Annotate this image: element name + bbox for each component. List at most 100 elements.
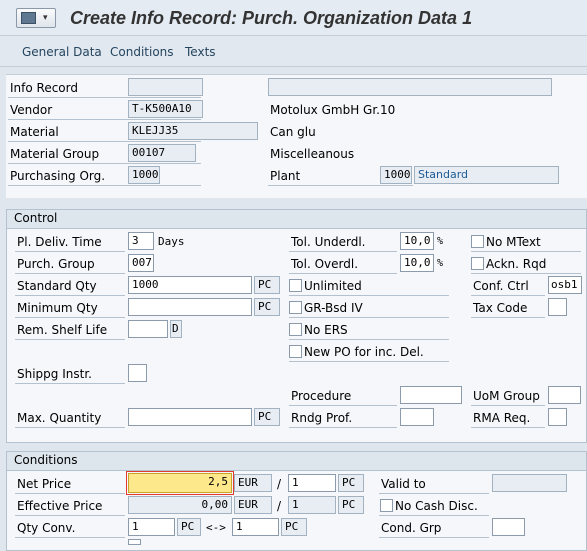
- purch-group-field[interactable]: 007: [128, 254, 154, 272]
- menu-button[interactable]: ▾: [16, 8, 56, 28]
- pl-deliv-time-label: Pl. Deliv. Time: [17, 235, 102, 249]
- tol-overdl-unit: %: [437, 258, 444, 269]
- minimum-qty-field[interactable]: [128, 298, 252, 316]
- texts-button[interactable]: Texts: [185, 44, 216, 60]
- tol-overdl-label: Tol. Overdl.: [291, 257, 359, 271]
- cond-grp-field[interactable]: [492, 518, 525, 536]
- rem-shelf-life-field[interactable]: [128, 320, 168, 338]
- tol-underdl-label: Tol. Underdl.: [291, 235, 366, 249]
- new-po-label: New PO for inc. Del.: [304, 345, 424, 359]
- plant-label: Plant: [270, 169, 301, 183]
- ackn-rqd-label: Ackn. Rqd: [486, 257, 547, 271]
- title-bar: ▾ Create Info Record: Purch. Organizatio…: [0, 0, 587, 36]
- no-mtext-label: No MText: [486, 235, 541, 249]
- rndg-prof-label: Rndg Prof.: [291, 411, 353, 425]
- rma-req-field[interactable]: [548, 408, 567, 426]
- shippg-instr-label: Shippg Instr.: [17, 367, 92, 381]
- procedure-field[interactable]: [400, 386, 462, 404]
- uom-group-field[interactable]: [548, 386, 581, 404]
- rem-shelf-life-label: Rem. Shelf Life: [17, 323, 108, 337]
- qty-conv-left-unit: PC: [177, 518, 201, 536]
- vendor-field[interactable]: T-K500A10: [128, 100, 203, 118]
- max-quantity-label: Max. Quantity: [17, 411, 102, 425]
- material-group-description: Miscelleanous: [270, 147, 355, 161]
- shippg-instr-field[interactable]: [128, 364, 147, 382]
- tax-code-field[interactable]: [548, 298, 567, 316]
- standard-qty-field[interactable]: 1000: [128, 276, 252, 294]
- gr-bsd-iv-label: GR-Bsd IV: [304, 301, 363, 315]
- minimum-qty-unit: PC: [254, 298, 280, 316]
- purchasing-org-label: Purchasing Org.: [10, 169, 106, 183]
- max-quantity-field[interactable]: [128, 408, 252, 426]
- conf-ctrl-label: Conf. Ctrl: [473, 279, 529, 293]
- net-price-per-field[interactable]: 1: [288, 474, 336, 492]
- net-price-label: Net Price: [17, 477, 72, 491]
- menu-dropdown-icon: ▾: [43, 13, 48, 23]
- next-row-field[interactable]: [128, 539, 141, 545]
- max-quantity-unit: PC: [254, 408, 280, 426]
- effective-price-label: Effective Price: [17, 499, 103, 513]
- pl-deliv-time-field[interactable]: 3: [128, 232, 154, 250]
- uom-group-label: UoM Group: [473, 389, 540, 403]
- effective-price-per-field: 1: [288, 496, 336, 514]
- minimum-qty-label: Minimum Qty: [17, 301, 98, 315]
- standard-qty-unit: PC: [254, 276, 280, 294]
- material-field[interactable]: KLEJJ35: [128, 122, 258, 140]
- qty-conv-arrow: <->: [206, 521, 226, 534]
- valid-to-label: Valid to: [381, 477, 426, 491]
- menu-icon: [21, 12, 36, 24]
- vendor-description: Motolux GmbH Gr.10: [270, 103, 396, 117]
- rma-req-label: RMA Req.: [473, 411, 531, 425]
- no-ers-checkbox[interactable]: [289, 323, 302, 336]
- tax-code-label: Tax Code: [473, 301, 528, 315]
- plant-field[interactable]: 1000: [380, 166, 412, 184]
- procedure-label: Procedure: [291, 389, 352, 403]
- rndg-prof-field[interactable]: [400, 408, 434, 426]
- application-toolbar: General Data Conditions Texts: [0, 37, 587, 67]
- no-cash-disc-checkbox[interactable]: [380, 499, 393, 512]
- qty-conv-right-field[interactable]: 1: [232, 518, 279, 536]
- effective-price-currency: EUR: [234, 496, 272, 514]
- material-group-label: Material Group: [10, 147, 100, 161]
- net-price-field[interactable]: 2,5: [126, 471, 234, 495]
- cond-grp-label: Cond. Grp: [381, 521, 442, 535]
- qty-conv-left-field[interactable]: 1: [128, 518, 175, 536]
- material-label: Material: [10, 125, 59, 139]
- standard-qty-label: Standard Qty: [17, 279, 97, 293]
- purch-group-label: Purch. Group: [17, 257, 95, 271]
- gr-bsd-iv-checkbox[interactable]: [289, 301, 302, 314]
- purchasing-org-field[interactable]: 1000: [128, 166, 160, 184]
- ackn-rqd-checkbox[interactable]: [471, 257, 484, 270]
- no-cash-disc-label: No Cash Disc.: [395, 499, 478, 513]
- tol-overdl-field[interactable]: 10,0: [400, 254, 434, 272]
- no-mtext-checkbox[interactable]: [471, 235, 484, 248]
- unlimited-checkbox[interactable]: [289, 279, 302, 292]
- unlimited-label: Unlimited: [304, 279, 362, 293]
- vendor-label: Vendor: [10, 103, 53, 117]
- net-price-slash: /: [277, 477, 282, 491]
- conditions-button[interactable]: Conditions: [110, 44, 174, 60]
- new-po-checkbox[interactable]: [289, 345, 302, 358]
- rem-shelf-life-unit: D: [170, 320, 182, 338]
- effective-price-slash: /: [277, 499, 282, 513]
- general-data-button[interactable]: General Data: [22, 44, 102, 60]
- conf-ctrl-field[interactable]: osb1: [548, 276, 582, 294]
- page-title: Create Info Record: Purch. Organization …: [70, 8, 473, 28]
- net-price-currency: EUR: [234, 474, 272, 492]
- material-group-field[interactable]: 00107: [128, 144, 196, 162]
- plant-description: Standard: [414, 166, 559, 184]
- tol-underdl-field[interactable]: 10,0: [400, 232, 434, 250]
- qty-conv-label: Qty Conv.: [17, 521, 76, 535]
- info-record-description: [268, 78, 552, 96]
- valid-to-field[interactable]: [492, 474, 567, 492]
- control-group-title: Control: [14, 211, 58, 225]
- effective-price-unit: PC: [338, 496, 364, 514]
- qty-conv-right-unit: PC: [281, 518, 307, 536]
- material-description: Can glu: [270, 125, 316, 139]
- info-record-label: Info Record: [10, 81, 78, 95]
- conditions-group-title: Conditions: [14, 453, 78, 467]
- no-ers-label: No ERS: [304, 323, 348, 337]
- info-record-field[interactable]: [128, 78, 203, 96]
- tol-underdl-unit: %: [437, 236, 444, 247]
- effective-price-field: 0,00: [128, 496, 232, 514]
